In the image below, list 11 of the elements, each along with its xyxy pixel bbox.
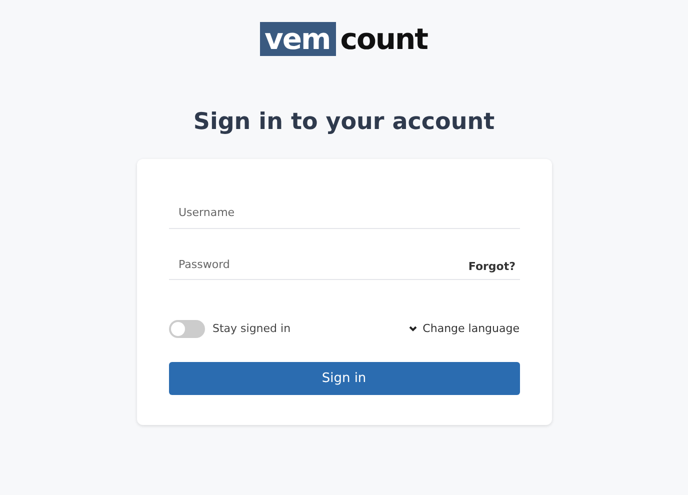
forgot-link[interactable]: Forgot? xyxy=(468,258,520,279)
language-dropdown[interactable]: Change language xyxy=(408,320,520,338)
logo-text: count xyxy=(339,22,428,56)
password-field[interactable]: Password Forgot? xyxy=(168,250,520,280)
page-heading: Sign in to your account xyxy=(192,108,496,137)
logo-text: vem xyxy=(260,22,336,56)
username-field[interactable]: Username xyxy=(168,199,520,228)
toggle-label: Stay signed in xyxy=(212,320,291,337)
chevron-down-icon xyxy=(408,326,417,332)
sign-in-button[interactable]: Sign in xyxy=(168,362,520,395)
toggle-switch[interactable] xyxy=(168,320,204,338)
